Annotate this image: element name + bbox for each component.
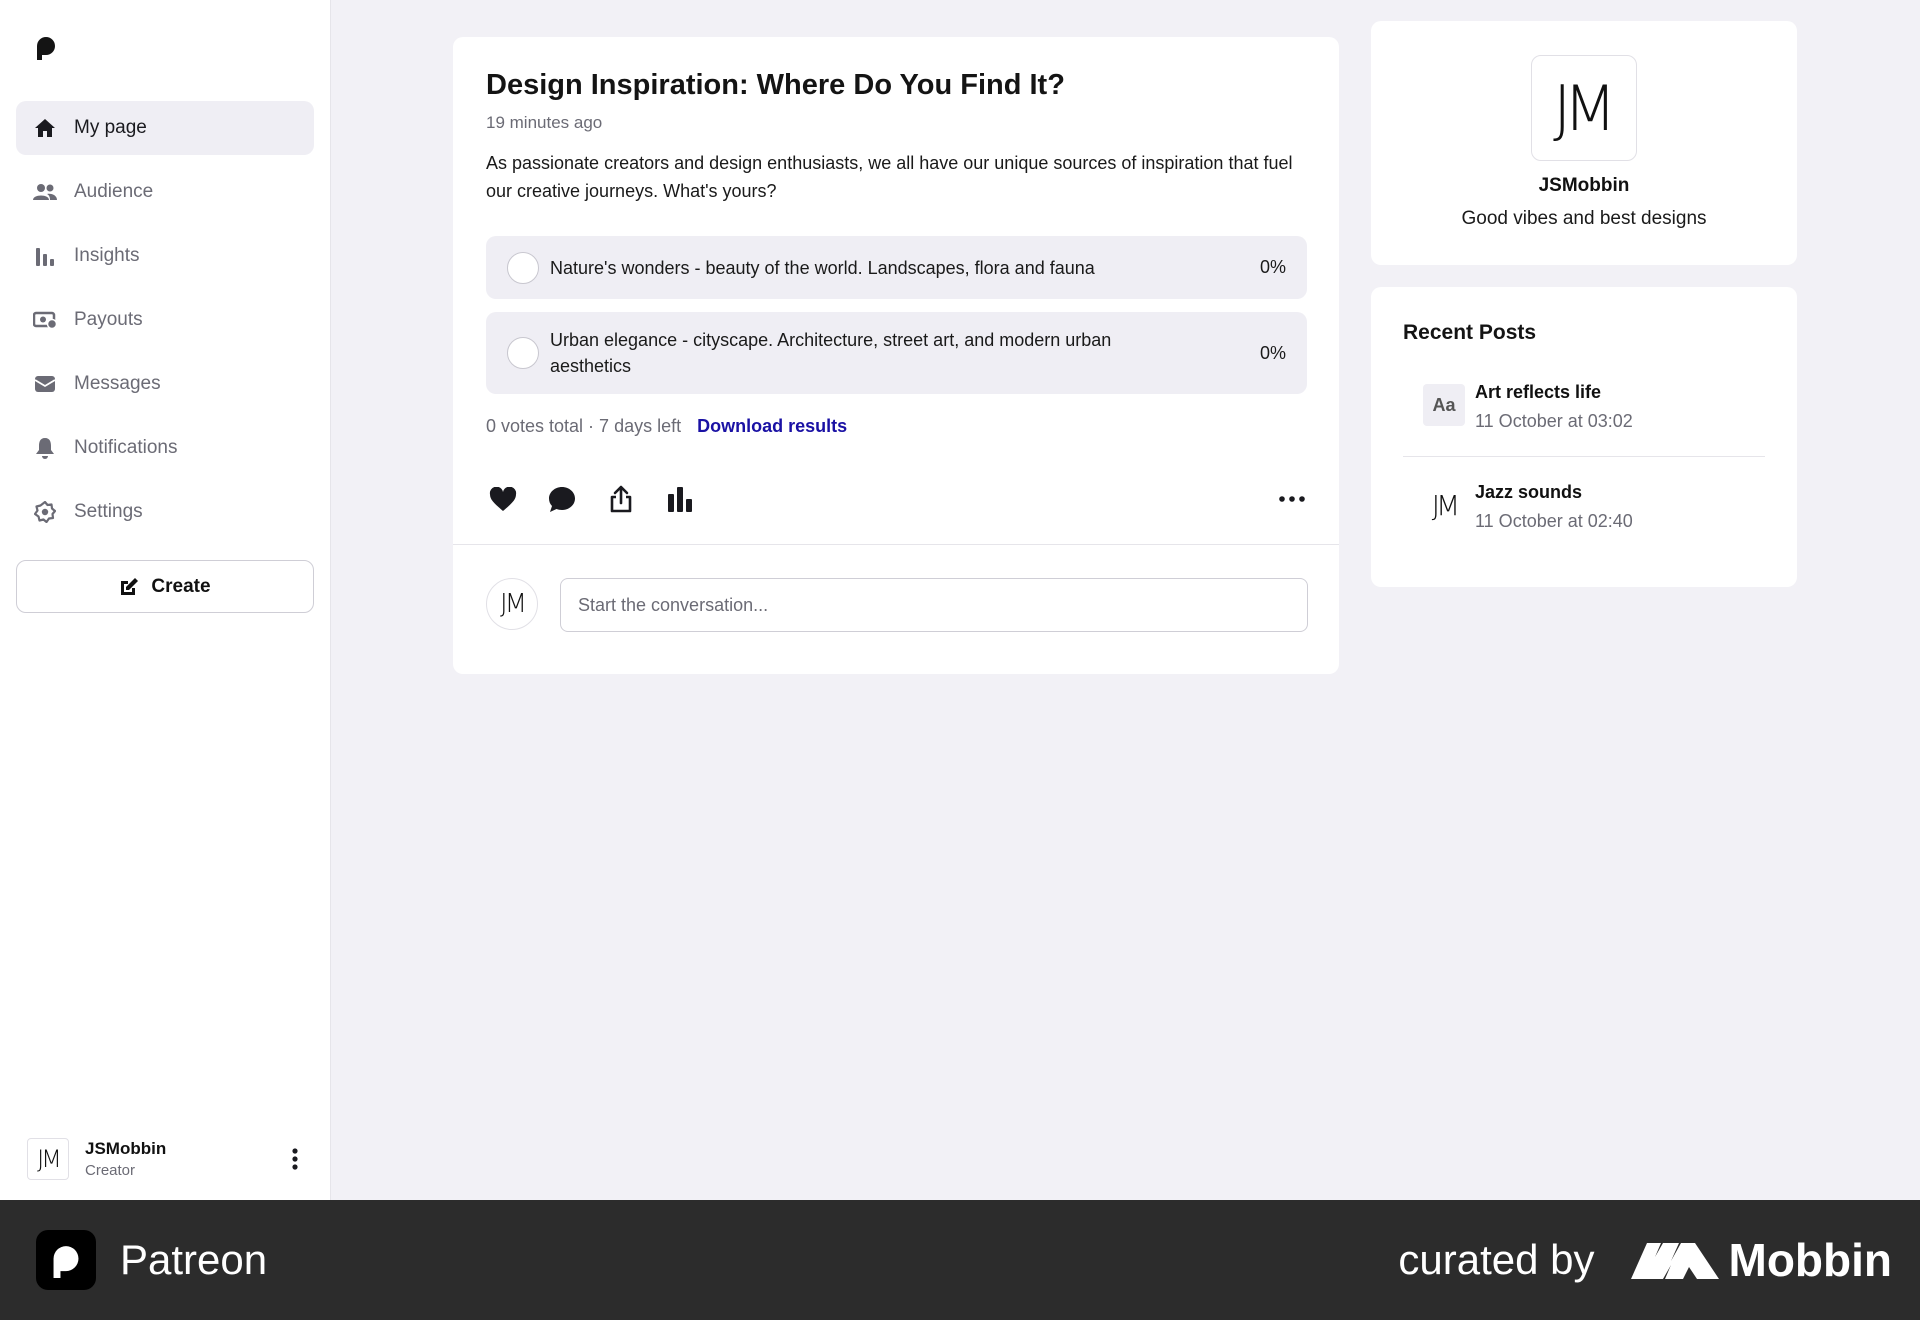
- mobbin-name: Mobbin: [1728, 1234, 1893, 1286]
- recent-post-title: Art reflects life: [1475, 382, 1602, 402]
- sidebar-item-label: Notifications: [74, 437, 178, 458]
- post-thumbnail: Aa: [1423, 384, 1465, 426]
- sidebar-item-audience[interactable]: Audience: [16, 165, 314, 219]
- sidebar-item-label: Insights: [74, 245, 140, 266]
- avatar-initials: JM: [1431, 488, 1460, 522]
- sidebar-item-insights[interactable]: Insights: [16, 229, 314, 283]
- sidebar-item-label: My page: [74, 117, 147, 138]
- share-icon[interactable]: [604, 482, 638, 516]
- poll-radio[interactable]: [507, 251, 539, 284]
- profile-name: JSMobbin: [85, 1139, 167, 1158]
- sidebar-item-label: Settings: [74, 501, 143, 522]
- mobbin-logo-icon: [1630, 1243, 1719, 1279]
- sidebar-item-my-page[interactable]: My page: [16, 101, 314, 155]
- post-thumbnail: JM: [1423, 484, 1465, 526]
- recent-post-date: 11 October at 02:40: [1475, 511, 1633, 531]
- patreon-logo-icon[interactable]: [34, 34, 58, 60]
- creator-tagline: Good vibes and best designs: [1461, 208, 1707, 229]
- recent-posts-card: Recent Posts Aa Art reflects life 11 Oct…: [1371, 287, 1797, 587]
- post-timestamp: 19 minutes ago: [486, 113, 603, 132]
- avatar: JM: [27, 1138, 69, 1180]
- curated-by: curated by Mobbin: [1398, 1230, 1892, 1290]
- sidebar-item-payouts[interactable]: Payouts: [16, 293, 314, 347]
- poll-radio[interactable]: [507, 337, 539, 369]
- divider: [453, 544, 1339, 545]
- home-icon: [33, 116, 57, 140]
- sidebar-item-label: Messages: [74, 373, 161, 394]
- sidebar: My page Audience Insights Payouts Messag…: [0, 0, 331, 1200]
- sidebar-item-notifications[interactable]: Notifications: [16, 421, 314, 475]
- recent-post-meta: Art reflects life 11 October at 03:02: [1475, 382, 1633, 432]
- gear-icon: [33, 500, 57, 524]
- recent-post-date: 11 October at 03:02: [1475, 411, 1633, 431]
- more-horizontal-icon[interactable]: [1275, 484, 1309, 514]
- bar-chart-icon: [33, 244, 57, 268]
- profile-info: JSMobbin Creator: [85, 1139, 166, 1179]
- recent-post-item[interactable]: JM Jazz sounds 11 October at 02:40: [1403, 482, 1765, 562]
- poll-option[interactable]: Urban elegance - cityscape. Architecture…: [486, 312, 1307, 394]
- avatar-initials: JM: [37, 1145, 62, 1173]
- download-results-link[interactable]: Download results: [697, 416, 847, 437]
- avatar-initials: JM: [499, 589, 527, 619]
- create-button-label: Create: [151, 575, 211, 597]
- poll-option-text: Nature's wonders - beauty of the world. …: [550, 257, 1095, 278]
- footer-bar: Patreon curated by Mobbin: [0, 1200, 1920, 1320]
- poll-stats: 0 votes total · 7 days left: [486, 416, 682, 436]
- avatar: JM: [486, 578, 538, 630]
- post-title: Design Inspiration: Where Do You Find It…: [486, 69, 1065, 101]
- envelope-icon: [33, 372, 57, 396]
- poll-option-percent: 0%: [1259, 257, 1286, 277]
- edit-icon: [119, 577, 139, 597]
- recent-post-item[interactable]: Aa Art reflects life 11 October at 03:02: [1403, 382, 1765, 462]
- creator-name: JSMobbin: [1538, 175, 1630, 196]
- creator-avatar[interactable]: JM: [1531, 55, 1637, 161]
- creator-card: JM JSMobbin Good vibes and best designs: [1371, 21, 1797, 265]
- comment-icon[interactable]: [545, 482, 579, 516]
- divider: [1403, 456, 1765, 457]
- bell-icon: [33, 436, 57, 460]
- poll-option-text: Urban elegance - cityscape. Architecture…: [550, 330, 1112, 376]
- poll-meta: 0 votes total · 7 days left Download res…: [486, 416, 847, 437]
- sidebar-item-settings[interactable]: Settings: [16, 485, 314, 539]
- poll-stats-icon[interactable]: [663, 482, 697, 516]
- create-button[interactable]: Create: [16, 560, 314, 613]
- poll-option-percent: 0%: [1259, 342, 1286, 363]
- post-card: Design Inspiration: Where Do You Find It…: [453, 37, 1339, 674]
- heart-icon[interactable]: [486, 482, 520, 516]
- recent-post-title: Jazz sounds: [1475, 482, 1583, 502]
- more-vertical-icon[interactable]: [283, 1146, 307, 1172]
- sidebar-item-label: Payouts: [74, 309, 143, 330]
- sidebar-item-messages[interactable]: Messages: [16, 357, 314, 411]
- money-icon: [33, 308, 57, 332]
- profile-role: Creator: [85, 1162, 136, 1179]
- recent-posts-title: Recent Posts: [1403, 321, 1537, 344]
- sidebar-nav: My page Audience Insights Payouts Messag…: [16, 101, 314, 549]
- app-brand: Patreon: [36, 1230, 267, 1290]
- post-body: As passionate creators and design enthus…: [486, 153, 1293, 201]
- sidebar-item-label: Audience: [74, 181, 154, 202]
- mobbin-logo: Mobbin: [1630, 1233, 1893, 1287]
- users-icon: [33, 180, 57, 204]
- comment-input[interactable]: [560, 578, 1308, 632]
- poll-option[interactable]: Nature's wonders - beauty of the world. …: [486, 236, 1307, 299]
- patreon-app-icon: [36, 1230, 96, 1290]
- user-profile[interactable]: JM JSMobbin Creator: [27, 1136, 307, 1182]
- avatar-initials: JM: [1553, 71, 1617, 145]
- post-actions: [486, 482, 722, 516]
- app-name: Patreon: [120, 1236, 268, 1283]
- recent-post-meta: Jazz sounds 11 October at 02:40: [1475, 482, 1633, 532]
- curated-by-text: curated by: [1398, 1236, 1595, 1283]
